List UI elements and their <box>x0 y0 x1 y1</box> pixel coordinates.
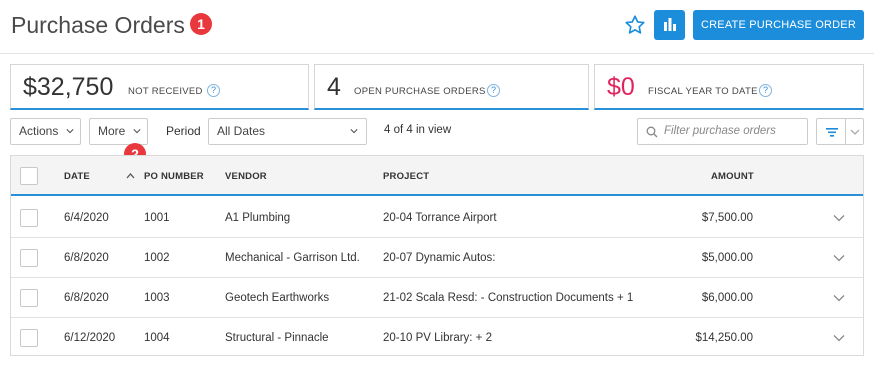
stat-label: OPEN PURCHASE ORDERS <box>354 86 486 97</box>
filter-button[interactable] <box>816 118 846 145</box>
stat-card-not-received[interactable]: $32,750 NOT RECEIVED ? <box>10 64 309 110</box>
cell-date: 6/12/2020 <box>64 332 116 344</box>
stat-value: 4 <box>327 73 341 101</box>
cell-po-number: 1002 <box>144 252 170 264</box>
cell-date: 6/8/2020 <box>64 252 109 264</box>
filter-icon <box>826 128 838 137</box>
table-row[interactable]: 6/8/2020 1003 Geotech Earthworks 21-02 S… <box>11 278 863 318</box>
search-icon <box>646 126 658 138</box>
filter-purchase-orders-input[interactable]: Filter purchase orders <box>637 118 808 145</box>
cell-vendor: Geotech Earthworks <box>225 292 330 304</box>
actions-dropdown[interactable]: Actions <box>10 118 81 145</box>
cell-vendor: Structural - Pinnacle <box>225 332 329 344</box>
column-header-po-number[interactable]: PO NUMBER <box>144 171 204 182</box>
period-label: Period <box>166 124 201 138</box>
cell-project: 21-02 Scala Resd: - Construction Documen… <box>383 292 634 304</box>
view-count: 4 of 4 in view <box>384 124 452 136</box>
select-all-checkbox[interactable] <box>20 167 38 185</box>
chevron-down-icon[interactable] <box>833 334 845 342</box>
bar-chart-icon <box>664 18 676 31</box>
table-row[interactable]: 6/8/2020 1002 Mechanical - Garrison Ltd.… <box>11 238 863 278</box>
column-header-amount[interactable]: AMOUNT <box>711 171 754 182</box>
cell-project: 20-07 Dynamic Autos: <box>383 252 496 264</box>
stat-label: FISCAL YEAR TO DATE <box>648 86 758 97</box>
sort-asc-icon[interactable] <box>126 172 135 179</box>
cell-po-number: 1001 <box>144 212 170 224</box>
cell-vendor: A1 Plumbing <box>225 212 291 224</box>
chevron-down-icon <box>66 129 74 134</box>
stat-label: NOT RECEIVED <box>128 86 203 97</box>
row-checkbox[interactable] <box>20 329 38 347</box>
cell-project: 20-04 Torrance Airport <box>383 212 497 224</box>
cell-po-number: 1004 <box>144 332 170 344</box>
cell-amount: $5,000.00 <box>701 252 753 264</box>
star-icon <box>625 15 645 34</box>
favorite-star-button[interactable] <box>624 14 646 36</box>
stat-value: $32,750 <box>23 73 114 101</box>
stat-value: $0 <box>607 73 635 101</box>
cell-date: 6/8/2020 <box>64 292 109 304</box>
help-icon[interactable]: ? <box>759 84 772 97</box>
chevron-down-icon <box>850 129 860 135</box>
page-title: Purchase Orders <box>11 12 185 38</box>
chevron-down-icon <box>133 129 141 134</box>
more-dropdown[interactable]: More <box>89 118 148 145</box>
stat-card-fiscal-year-to-date[interactable]: $0 FISCAL YEAR TO DATE ? <box>594 64 864 110</box>
filter-options-dropdown[interactable] <box>846 118 864 145</box>
cell-date: 6/4/2020 <box>64 212 109 224</box>
reports-chart-button[interactable] <box>654 10 685 40</box>
cell-amount: $7,500.00 <box>701 212 753 224</box>
filter-placeholder: Filter purchase orders <box>664 125 776 137</box>
chevron-down-icon[interactable] <box>833 254 845 262</box>
stat-card-open-purchase-orders[interactable]: 4 OPEN PURCHASE ORDERS ? <box>314 64 589 110</box>
page-header: Purchase Orders 1 CREATE PURCHASE ORDER <box>0 0 874 54</box>
table-header: DATE PO NUMBER VENDOR PROJECT AMOUNT <box>11 156 863 196</box>
chevron-down-icon <box>350 129 358 134</box>
column-header-date[interactable]: DATE <box>64 171 90 182</box>
row-checkbox[interactable] <box>20 289 38 307</box>
cell-amount: $14,250.00 <box>695 332 753 344</box>
cell-po-number: 1003 <box>144 292 170 304</box>
actions-label: Actions <box>19 124 59 138</box>
table-row[interactable]: 6/4/2020 1001 A1 Plumbing 20-04 Torrance… <box>11 198 863 238</box>
help-icon[interactable]: ? <box>487 84 500 97</box>
period-select[interactable]: All Dates <box>208 118 367 145</box>
chevron-down-icon[interactable] <box>833 214 845 222</box>
chevron-down-icon[interactable] <box>833 294 845 302</box>
create-purchase-order-button[interactable]: CREATE PURCHASE ORDER <box>693 10 864 40</box>
period-value: All Dates <box>217 124 266 138</box>
cell-amount: $6,000.00 <box>701 292 753 304</box>
row-checkbox[interactable] <box>20 249 38 267</box>
annotation-badge-1: 1 <box>190 13 212 35</box>
cell-vendor: Mechanical - Garrison Ltd. <box>225 252 360 264</box>
row-checkbox[interactable] <box>20 209 38 227</box>
column-header-project[interactable]: PROJECT <box>383 171 429 182</box>
column-header-vendor[interactable]: VENDOR <box>225 171 267 182</box>
purchase-orders-table: DATE PO NUMBER VENDOR PROJECT AMOUNT 6/4… <box>10 155 864 356</box>
cell-project: 20-10 PV Library: + 2 <box>383 332 492 344</box>
table-row[interactable]: 6/12/2020 1004 Structural - Pinnacle 20-… <box>11 318 863 358</box>
more-label: More <box>98 124 126 138</box>
help-icon[interactable]: ? <box>207 84 220 97</box>
